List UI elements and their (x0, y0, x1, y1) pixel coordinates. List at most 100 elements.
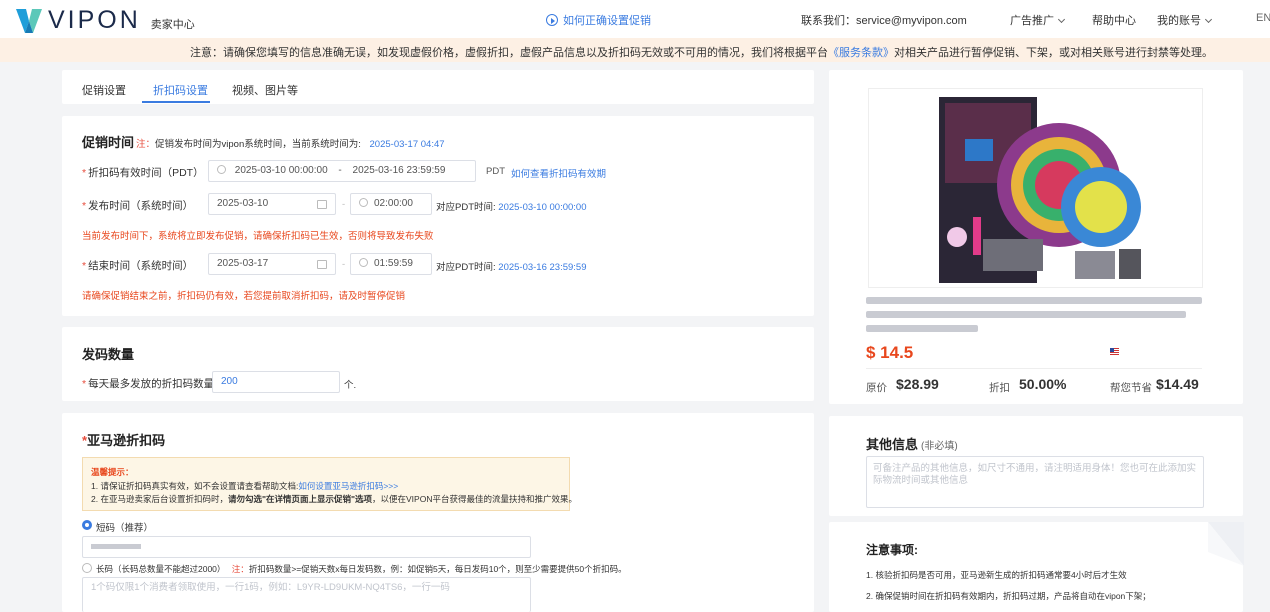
quantity-input[interactable]: 200 (212, 371, 340, 393)
savings-value: $14.49 (1156, 376, 1199, 392)
end-pdt: 对应PDT时间: 2025-03-16 23:59:59 (436, 259, 587, 273)
note-item: 2. 确保促销时间在折扣码有效期内，折扣码过期，产品将自动在vipon下架； (866, 591, 1151, 601)
long-code-note: 折扣码数量>=促销天数x每日发码数，例：如促销5天，每日发码10个，则至少需要提… (248, 564, 627, 574)
publish-pdt-label: 对应PDT时间: (436, 202, 496, 213)
savings-label: 帮您节省 (1110, 382, 1152, 394)
current-system-time: 2025-03-17 04:47 (369, 139, 445, 150)
chevron-down-icon (1057, 15, 1066, 24)
product-title-line (866, 311, 1186, 318)
deal-price: $ 14.5 (866, 343, 914, 362)
logo[interactable]: VIPON 卖家中心 (16, 6, 195, 35)
optional-label: (非必填) (921, 441, 958, 452)
validity-help-link[interactable]: 如何查看折扣码有效期 (511, 166, 606, 180)
other-info-placeholder: 可备注产品的其他信息，如尺寸不通用，请注明适用身体！您也可在此添加实际物流时间或… (873, 463, 1197, 486)
contact-info: 联系我们：service@myvipon.com (801, 15, 967, 27)
clock-icon (217, 165, 226, 174)
orig-price-label: 原价 (866, 382, 887, 394)
logo-text: VIPON (48, 6, 141, 34)
notes-title: 注意事项: (866, 543, 918, 557)
notice-text-post: 对相关产品进行暂停促销、下架，或对相关账号进行封禁等处理。 (894, 47, 1213, 59)
tip-title: 温馨提示： (91, 467, 134, 477)
range-separator: - (342, 199, 346, 210)
publish-date-value: 2025-03-10 (217, 198, 269, 209)
end-warning: 请确保促销结束之前，折扣码仍有效，若您提前取消折扣码，请及时暂停促销 (82, 291, 406, 302)
notice-text-pre: 注意：请确保您填写的信息准确无误，如发现虚假价格，虚假折扣，虚假产品信息以及折扣… (190, 47, 828, 59)
validity-end: 2025-03-16 23:59:59 (352, 165, 446, 176)
range-separator: - (338, 165, 342, 176)
range-separator: - (342, 259, 346, 270)
publish-time-input[interactable]: 02:00:00 (350, 193, 432, 215)
tab-media[interactable]: 视频、图片等 (232, 82, 298, 98)
calendar-icon (317, 260, 327, 269)
end-date-value: 2025-03-17 (217, 258, 269, 269)
discount-label: 折扣 (989, 382, 1010, 394)
other-info-textarea[interactable]: 可备注产品的其他信息，如尺寸不通用，请注明适用身体！您也可在此添加实际物流时间或… (866, 456, 1204, 508)
orig-price-value: $28.99 (896, 376, 939, 392)
note-prefix: 注： (136, 139, 156, 150)
page-fold-decoration-icon (1208, 522, 1244, 566)
product-image (868, 88, 1203, 288)
long-note-prefix: 注： (231, 564, 249, 574)
language-switch[interactable]: EN (1256, 12, 1270, 24)
publish-time-label: * 发布时间（系统时间） (82, 200, 194, 212)
short-code-input[interactable] (82, 536, 531, 558)
help-doc-link[interactable]: 如何设置亚马逊折扣码>>> (298, 481, 398, 491)
validity-range-input[interactable]: 2025-03-10 00:00:00 - 2025-03-16 23:59:5… (208, 160, 476, 182)
clock-icon (359, 258, 368, 267)
seller-center-label: 卖家中心 (150, 18, 195, 31)
clock-icon (359, 198, 368, 207)
tab-coupon-settings[interactable]: 折扣码设置 (153, 82, 208, 98)
quantity-unit: 个. (344, 380, 357, 391)
led-strip-product-icon (939, 97, 1141, 283)
discount-value: 50.00% (1019, 376, 1067, 392)
end-time-input[interactable]: 01:59:59 (350, 253, 432, 275)
divider (866, 368, 1202, 369)
system-time-note: 促销发布时间为vipon系统时间，当前系统时间为: (155, 139, 361, 150)
end-pdt-label: 对应PDT时间: (436, 262, 496, 273)
amazon-code-title: *亚马逊折扣码 (82, 433, 166, 448)
validity-start: 2025-03-10 00:00:00 (234, 165, 328, 176)
publish-warning: 当前发布时间下，系统将立即发布促销，请确保折扣码已生效，否则将导致发布失败 (82, 231, 434, 242)
terms-link[interactable]: 《服务条款》 (828, 47, 894, 59)
play-icon (546, 14, 558, 26)
validity-label: * 折扣码有效时间（PDT） (82, 167, 204, 179)
howto-promo-label: 如何正确设置促销 (563, 15, 651, 27)
nav-account-label: 我的账号 (1157, 15, 1201, 27)
nav-account[interactable]: 我的账号 (1157, 12, 1213, 28)
end-time-label: * 结束时间（系统时间） (82, 260, 194, 272)
short-code-radio[interactable] (82, 520, 92, 530)
us-flag-icon (1110, 348, 1119, 355)
long-code-radio[interactable] (82, 563, 92, 573)
note-item: 1. 核验折扣码是否可用，亚马逊新生成的折扣码通常要4小时后才生效 (866, 570, 1127, 580)
tip-line-1: 1. 请保证折扣码真实有效，如不会设置请查看帮助文档:如何设置亚马逊折扣码>>> (91, 481, 399, 491)
nav-help[interactable]: 帮助中心 (1092, 12, 1136, 28)
long-code-label: 长码（长码总数量不能超过2000） (96, 564, 226, 574)
pdt-label: PDT (486, 166, 505, 177)
nav-help-label: 帮助中心 (1092, 15, 1136, 27)
other-info-title: 其他信息 (非必填) (866, 437, 958, 452)
quantity-value: 200 (221, 376, 238, 387)
end-time-value: 01:59:59 (374, 258, 413, 269)
active-tab-indicator (142, 101, 210, 103)
howto-promo-link[interactable]: 如何正确设置促销 (546, 12, 651, 28)
nav-ads-label: 广告推广 (1010, 15, 1054, 27)
product-title-line (866, 325, 978, 332)
tip-box: 温馨提示： 1. 请保证折扣码真实有效，如不会设置请查看帮助文档:如何设置亚马逊… (82, 457, 577, 511)
short-code-label: 短码（推荐） (96, 523, 154, 534)
publish-pdt-value: 2025-03-10 00:00:00 (498, 202, 587, 213)
vipon-logo-icon (16, 8, 42, 33)
chevron-down-icon (1204, 15, 1213, 24)
tab-promo-settings[interactable]: 促销设置 (82, 82, 126, 98)
notice-bar: 注意：请确保您填写的信息准确无误，如发现虚假价格，虚假折扣，虚假产品信息以及折扣… (0, 38, 1270, 62)
top-bar: VIPON 卖家中心 如何正确设置促销 联系我们：service@myvipon… (0, 0, 1270, 38)
nav-ads[interactable]: 广告推广 (1010, 12, 1066, 28)
product-title-line (866, 297, 1202, 304)
end-date-input[interactable]: 2025-03-17 (208, 253, 336, 275)
long-code-textarea[interactable]: 1个码仅限1个消费者领取使用，一行1码，例如：L9YR-LD9UKM-NQ4TS… (82, 577, 531, 612)
quantity-title: 发码数量 (82, 347, 135, 362)
quantity-label: * 每天最多发放的折扣码数量为 (82, 378, 225, 390)
long-code-placeholder: 1个码仅限1个消费者领取使用，一行1码，例如：L9YR-LD9UKM-NQ4TS… (91, 582, 450, 593)
long-code-row: 长码（长码总数量不能超过2000） 注：折扣码数量>=促销天数x每日发码数，例：… (96, 563, 627, 575)
publish-date-input[interactable]: 2025-03-10 (208, 193, 336, 215)
publish-time-value: 02:00:00 (374, 198, 413, 209)
